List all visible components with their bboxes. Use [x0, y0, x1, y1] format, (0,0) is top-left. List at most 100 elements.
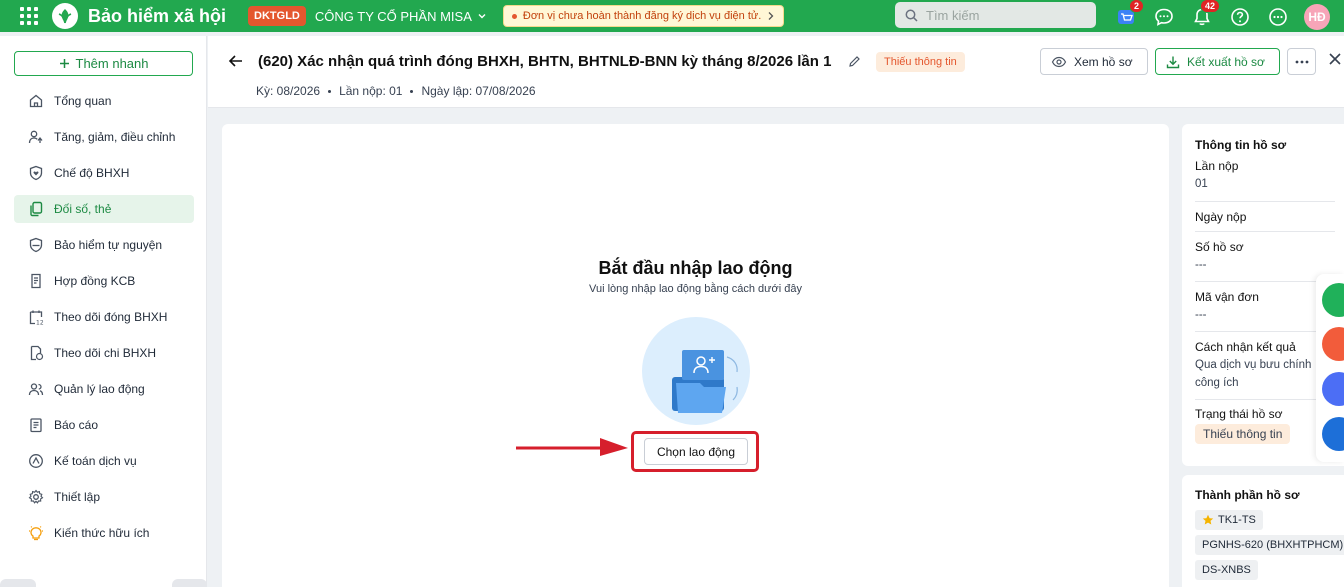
close-icon[interactable] — [1328, 52, 1342, 66]
period-text: Kỳ: 08/2026 — [256, 84, 321, 98]
sidebar-item-label: Đối số, thẻ — [54, 202, 112, 216]
cart-button[interactable]: 2 — [1114, 0, 1144, 29]
chat-support-icon[interactable] — [1322, 283, 1344, 317]
search-input[interactable] — [926, 7, 1086, 23]
org-badge: DKTGLD — [248, 6, 306, 26]
field-value: --- — [1195, 309, 1207, 321]
sidebar-item-knowledge[interactable]: Kiến thức hữu ích — [14, 519, 194, 547]
sidebar-scroll-right[interactable] — [172, 579, 207, 587]
download-icon — [1166, 56, 1180, 68]
divider — [1195, 331, 1335, 332]
field-record-status: Trạng thái hồ sơ Thiếu thông tin — [1195, 407, 1335, 444]
components-title: Thành phần hồ sơ — [1195, 488, 1300, 502]
chevron-down-icon — [478, 14, 486, 19]
sidebar-item-payment-tracking[interactable]: Theo dõi chi BHXH — [14, 339, 194, 367]
sidebar-item-settings[interactable]: Thiết lập — [14, 483, 194, 511]
apps-grid-icon[interactable] — [20, 7, 38, 25]
chat-button[interactable] — [1152, 5, 1176, 29]
app-name[interactable]: Bảo hiểm xã hội — [88, 6, 226, 27]
view-record-button[interactable]: Xem hồ sơ — [1040, 48, 1148, 75]
service-warning[interactable]: Đơn vị chưa hoàn thành đăng ký dịch vụ đ… — [502, 5, 785, 27]
sidebar-item-label: Thiết lập — [54, 490, 101, 504]
quick-add-label: Thêm nhanh — [75, 56, 149, 71]
sidebar-item-benefits[interactable]: Chế độ BHXH — [14, 159, 194, 187]
lightbulb-icon — [29, 526, 43, 541]
sidebar-nav: Tổng quan Tăng, giảm, điều chỉnh Chế độ … — [14, 87, 194, 555]
svg-text:12: 12 — [36, 320, 44, 326]
chip-label: DS-XNBS — [1202, 564, 1251, 576]
user-adjust-icon — [28, 130, 43, 144]
field-value: 01 — [1195, 178, 1208, 190]
quick-add-button[interactable]: Thêm nhanh — [14, 51, 193, 76]
sidebar-item-health-contract[interactable]: Hợp đồng KCB — [14, 267, 194, 295]
sidebar-item-label: Theo dõi chi BHXH — [54, 346, 157, 360]
separator-dot — [328, 89, 332, 93]
sparkle-ai-icon[interactable] — [1322, 327, 1344, 361]
sidebar-item-overview[interactable]: Tổng quan — [14, 87, 194, 115]
view-record-label: Xem hồ sơ — [1074, 54, 1133, 69]
floating-widget-dock — [1316, 274, 1344, 462]
notification-button[interactable]: 42 — [1190, 0, 1220, 29]
pencil-icon[interactable] — [848, 55, 861, 68]
export-record-button[interactable]: Kết xuất hồ sơ — [1155, 48, 1280, 75]
main-content: Bắt đầu nhập lao động Vui lòng nhập lao … — [222, 124, 1169, 587]
back-arrow-icon[interactable] — [228, 53, 244, 69]
submission-text: Lần nộp: 01 — [339, 84, 403, 98]
info-icon[interactable] — [1322, 417, 1344, 451]
app-logo-icon[interactable] — [52, 3, 78, 29]
select-employee-button[interactable]: Chọn lao động — [644, 438, 748, 465]
sidebar-item-adjustments[interactable]: Tăng, giảm, điều chỉnh — [14, 123, 194, 151]
sidebar-item-label: Tổng quan — [54, 94, 112, 108]
shield-heart-icon — [29, 165, 43, 181]
empty-state-subtitle: Vui lòng nhập lao động bằng cách dưới đâ… — [589, 283, 802, 295]
more-horizontal-icon — [1295, 60, 1308, 63]
export-record-label: Kết xuất hồ sơ — [1187, 54, 1265, 69]
component-chip[interactable]: DS-XNBS — [1195, 560, 1258, 580]
field-label: Mã vận đơn — [1195, 290, 1259, 304]
component-chip[interactable]: TK1-TS — [1195, 510, 1263, 530]
field-label: Cách nhận kết quả — [1195, 340, 1296, 354]
search-icon — [905, 9, 918, 22]
help-icon — [1231, 8, 1249, 26]
sidebar-item-voluntary-insurance[interactable]: Bảo hiểm tự nguyện — [14, 231, 194, 259]
field-tracking-code: Mã vận đơn --- — [1195, 290, 1335, 324]
chat-icon — [1155, 8, 1173, 26]
more-apps-button[interactable] — [1266, 5, 1290, 29]
org-switcher[interactable]: CÔNG TY CỔ PHẦN MISA — [315, 9, 487, 24]
sidebar-item-service-accounting[interactable]: Kế toán dịch vụ — [14, 447, 194, 475]
sidebar-item-labor-management[interactable]: Quản lý lao động — [14, 375, 194, 403]
warning-dot-icon — [511, 13, 517, 19]
sidebar-item-label: Theo dõi đóng BHXH — [54, 310, 168, 324]
star-icon — [1202, 514, 1214, 525]
sidebar-item-reports[interactable]: Báo cáo — [14, 411, 194, 439]
field-label: Số hồ sơ — [1195, 240, 1244, 254]
document-money-icon — [30, 345, 44, 361]
messenger-icon[interactable] — [1322, 372, 1344, 406]
divider — [1195, 281, 1335, 282]
more-actions-button[interactable] — [1287, 48, 1316, 75]
created-date-text: Ngày lập: 07/08/2026 — [421, 84, 536, 98]
component-chip[interactable]: PGNHS-620 (BHXHTPHCM) — [1195, 535, 1344, 555]
field-submission-date: Ngày nộp — [1195, 210, 1335, 224]
field-label: Ngày nộp — [1195, 210, 1247, 224]
field-record-number: Số hồ sơ --- — [1195, 240, 1335, 274]
plus-icon — [59, 59, 69, 68]
avatar[interactable]: HĐ — [1304, 4, 1330, 30]
status-badge: Thiếu thông tin — [876, 52, 965, 72]
sidebar-item-contribution-tracking[interactable]: 12 Theo dõi đóng BHXH — [14, 303, 194, 331]
sidebar-item-label: Kiến thức hữu ích — [54, 526, 150, 540]
home-icon — [29, 94, 43, 108]
search-box[interactable] — [895, 2, 1096, 28]
empty-state-title: Bắt đầu nhập lao động — [598, 258, 793, 278]
help-button[interactable] — [1228, 5, 1252, 29]
sidebar-item-label: Chế độ BHXH — [54, 166, 130, 180]
report-icon — [30, 418, 42, 433]
status-badge: Thiếu thông tin — [1195, 424, 1291, 444]
field-label: Lần nộp — [1195, 159, 1239, 173]
shield-icon — [29, 237, 43, 253]
sidebar-item-cards[interactable]: Đối số, thẻ — [14, 195, 194, 223]
sidebar-scroll-left[interactable] — [0, 579, 36, 587]
top-icon-group: 2 42 HĐ — [1114, 0, 1330, 30]
sidebar-item-label: Hợp đồng KCB — [54, 274, 136, 288]
add-employee-folder-icon — [642, 317, 750, 425]
